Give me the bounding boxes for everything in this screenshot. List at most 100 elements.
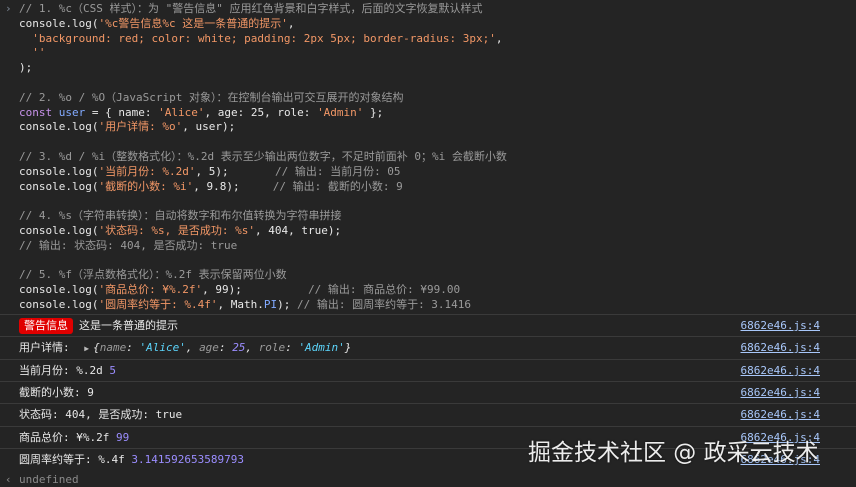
- warning-badge: 警告信息: [19, 318, 73, 334]
- console-message: 状态码: 404, 是否成功: true: [19, 404, 182, 425]
- source-link[interactable]: 6862e46.js:4: [741, 382, 820, 403]
- code-token: '': [32, 46, 46, 60]
- watermark: 掘金技术社区 @ 政采云技术: [528, 440, 819, 466]
- object-comma: ,: [185, 341, 200, 354]
- object-value: 'Alice': [139, 341, 186, 354]
- code-token: };: [363, 105, 384, 119]
- code-line: '': [19, 45, 46, 61]
- object-preview[interactable]: {name: 'Alice', age: 25, role: 'Admin'}: [93, 341, 351, 354]
- code-token: ,: [287, 16, 295, 30]
- code-token: '截断的小数: %i': [98, 179, 194, 193]
- object-value: 25: [232, 341, 246, 354]
- code-line: console.log('截断的小数: %i', 9.8); // 输出: 截断…: [19, 179, 403, 195]
- message-text: 当前月份: %.2d: [19, 364, 110, 377]
- code-token: 'Alice': [158, 105, 205, 119]
- object-brace: {: [93, 341, 100, 354]
- code-token: console.log(: [19, 298, 99, 311]
- code-token: '商品总价: ¥%.2f': [98, 283, 203, 297]
- chevron-left-icon: ‹: [5, 473, 12, 486]
- code-line: console.log('状态码: %s, 是否成功: %s', 404, tr…: [19, 223, 341, 239]
- message-value: 99: [115, 431, 130, 444]
- code-token: , 404, true);: [254, 224, 342, 237]
- code-token: , 9.8);: [193, 179, 273, 193]
- console-message-row: 截断的小数: 9 6862e46.js:4: [0, 381, 856, 403]
- code-token: // 输出: 圆周率约等于: 3.1416: [296, 298, 472, 311]
- code-token: // 输出: 商品总价: ¥99.00: [308, 283, 461, 297]
- chevron-right-icon: ›: [5, 2, 12, 15]
- object-brace: }: [344, 341, 352, 354]
- console-message-row: 警告信息 这是一条普通的提示 6862e46.js:4: [0, 314, 856, 336]
- code-line: );: [19, 60, 32, 76]
- code-token: '状态码: %s, 是否成功: %s': [98, 224, 255, 237]
- code-token: , user);: [182, 120, 236, 134]
- object-value: 'Admin': [298, 341, 345, 354]
- code-line: console.log('商品总价: ¥%.2f', 99); // 输出: 商…: [19, 282, 460, 298]
- code-token: '用户详情: %o': [98, 120, 183, 134]
- code-token: );: [19, 61, 33, 75]
- code-line: 'background: red; color: white; padding:…: [19, 31, 502, 47]
- message-text: 截断的小数: 9: [19, 386, 94, 399]
- source-link[interactable]: 6862e46.js:4: [741, 360, 820, 381]
- console-message-row: 状态码: 404, 是否成功: true 6862e46.js:4: [0, 403, 856, 425]
- console-message-row: 当前月份: %.2d 5 6862e46.js:4: [0, 359, 856, 381]
- code-token: // 4. %s（字符串转换）：自动将数字和布尔值转换为字符串拼接: [19, 209, 342, 223]
- message-text: 圆周率约等于: %.4f: [19, 453, 132, 466]
- message-label: 用户详情:: [19, 341, 77, 354]
- console-message: 用户详情: ▶ {name: 'Alice', age: 25, role: 'A…: [19, 337, 351, 358]
- message-text: 商品总价: ¥%.2f: [19, 431, 116, 444]
- code-token: // 3. %d / %i（整数格式化）：%.2d 表示至少输出两位数字，不足时…: [19, 150, 507, 163]
- console-message: 当前月份: %.2d 5: [19, 360, 116, 381]
- code-token: // 5. %f（浮点数格式化）：%.2f 表示保留两位小数: [19, 268, 287, 282]
- code-token: ,: [495, 31, 503, 45]
- code-token: console.log(: [19, 120, 99, 134]
- console-message-row: 用户详情: ▶ {name: 'Alice', age: 25, role: 'A…: [0, 336, 856, 358]
- expand-triangle-icon[interactable]: ▶: [84, 338, 89, 359]
- code-line: // 4. %s（字符串转换）：自动将数字和布尔值转换为字符串拼接: [19, 208, 341, 224]
- message-value: 5: [109, 364, 116, 377]
- code-token: // 1. %c（CSS 样式）：为 "警告信息" 应用红色背景和白字样式，后面…: [19, 2, 483, 15]
- message-text: 这是一条普通的提示: [79, 319, 178, 332]
- code-line: // 输出: 状态码: 404, 是否成功: true: [19, 238, 237, 254]
- code-line: // 2. %o / %O（JavaScript 对象）：在控制台输出可交互展开…: [19, 90, 403, 106]
- code-token: console.log(: [19, 283, 99, 297]
- code-token: );: [277, 298, 297, 311]
- code-line: console.log('当前月份: %.2d', 5); // 输出: 当前月…: [19, 164, 401, 180]
- code-token: = { name:: [85, 105, 159, 119]
- console-message: 商品总价: ¥%.2f 99: [19, 427, 129, 448]
- code-line: console.log('用户详情: %o', user);: [19, 119, 235, 135]
- code-line: console.log('%c警告信息%c 这是一条普通的提示',: [19, 16, 294, 32]
- source-link[interactable]: 6862e46.js:4: [741, 337, 820, 358]
- code-token: , 99);: [202, 283, 309, 297]
- code-token: // 2. %o / %O（JavaScript 对象）：在控制台输出可交互展开…: [19, 90, 404, 104]
- object-colon: :: [126, 341, 140, 354]
- code-line: console.log('圆周率约等于: %.4f', Math.PI); //…: [19, 297, 471, 313]
- code-line: // 1. %c（CSS 样式）：为 "警告信息" 应用红色背景和白字样式，后面…: [19, 1, 482, 17]
- object-comma: ,: [245, 341, 259, 354]
- code-line: const user = { name: 'Alice', age: 25, r…: [19, 105, 383, 121]
- code-token: 'background: red; color: white; padding:…: [32, 31, 496, 45]
- return-value: undefined: [19, 473, 79, 486]
- console-message: 截断的小数: 9: [19, 382, 94, 403]
- code-token: console.log(: [19, 164, 99, 178]
- code-line: // 3. %d / %i（整数格式化）：%.2d 表示至少输出两位数字，不足时…: [19, 149, 507, 165]
- code-token: '当前月份: %.2d': [98, 164, 196, 178]
- code-line: // 5. %f（浮点数格式化）：%.2f 表示保留两位小数: [19, 267, 287, 283]
- code-token: // 输出: 当前月份: 05: [274, 164, 401, 178]
- code-token: , Math.: [217, 298, 264, 311]
- source-link[interactable]: 6862e46.js:4: [741, 315, 820, 336]
- code-token: // 输出: 截断的小数: 9: [272, 179, 403, 193]
- source-link[interactable]: 6862e46.js:4: [741, 404, 820, 425]
- console-message: 圆周率约等于: %.4f 3.141592653589793: [19, 449, 244, 470]
- code-token: user: [58, 105, 86, 119]
- object-key: age: [199, 341, 219, 354]
- message-value: 3.141592653589793: [131, 453, 244, 466]
- code-token: // 输出: 状态码: 404, 是否成功: true: [19, 238, 238, 252]
- code-token: PI: [263, 298, 278, 311]
- message-text: 状态码: 404, 是否成功: true: [19, 408, 183, 421]
- code-token: , 5);: [195, 164, 275, 178]
- code-token: '%c警告信息%c 这是一条普通的提示': [98, 16, 288, 30]
- code-token: '圆周率约等于: %.4f': [98, 298, 218, 311]
- code-token: console.log(: [19, 224, 99, 237]
- code-token: console.log(: [19, 179, 99, 193]
